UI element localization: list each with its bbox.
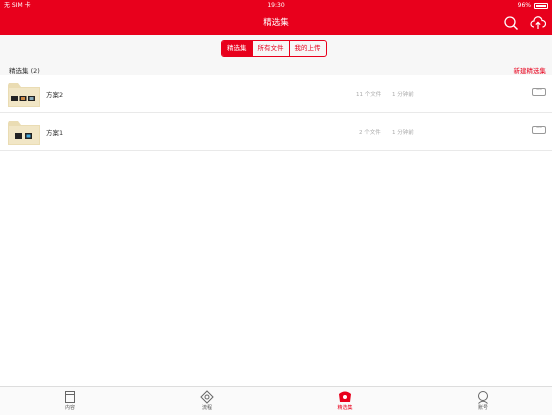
user-icon [478,391,488,404]
cloud-upload-icon[interactable] [530,15,546,31]
tab-label: 内容 [64,405,75,411]
tab-flow[interactable]: 流程 [187,390,227,411]
battery-status: 96% [518,0,548,11]
collection-count-label: 精选集 (2) [9,67,40,75]
item-updated-time: 1 分钟前 [392,92,414,98]
new-collection-button[interactable]: 新建精选集 [514,65,547,75]
status-time: 19:30 [267,2,285,9]
more-options-button[interactable]: ··· [532,88,546,96]
segment-all-files[interactable]: 所有文件 [253,41,290,56]
tab-bar: 内容 流程 精选集 账号 [0,386,552,415]
list-item[interactable]: 方案1 2 个文件 1 分钟前 ··· [0,113,552,151]
item-file-count: 11 个文件 [356,92,382,98]
segmented-control: 精选集 所有文件 我的上传 [221,40,327,57]
tab-content[interactable]: 内容 [50,390,90,411]
item-name: 方案1 [46,129,64,137]
list-item[interactable]: 方案2 11 个文件 1 分钟前 ··· [0,75,552,113]
segment-bar: 精选集 所有文件 我的上传 [0,35,552,62]
item-updated-time: 1 分钟前 [392,130,414,136]
battery-percent: 96% [517,2,531,9]
item-file-count: 2 个文件 [359,130,381,136]
status-bar: 无 SIM 卡 19:30 96% [0,0,552,11]
document-icon [65,391,75,403]
item-name: 方案2 [46,91,64,99]
folder-icon [8,121,40,145]
folder-icon [8,83,40,107]
tab-label: 账号 [477,405,488,411]
list-header: 精选集 (2) 新建精选集 [0,61,552,75]
page-title: 精选集 [263,18,289,28]
segment-featured[interactable]: 精选集 [222,41,253,56]
segment-my-uploads[interactable]: 我的上传 [290,41,326,56]
more-options-button[interactable]: ··· [532,126,546,134]
tab-featured[interactable]: 精选集 [325,390,365,411]
app-header: 无 SIM 卡 19:30 96% 精选集 [0,0,552,35]
flow-icon [200,390,214,404]
tab-label: 流程 [201,405,212,411]
featured-collection-icon [339,391,351,402]
battery-icon [534,2,548,9]
search-icon[interactable] [503,15,519,31]
tab-label: 精选集 [337,405,353,411]
tab-account[interactable]: 账号 [463,390,503,411]
